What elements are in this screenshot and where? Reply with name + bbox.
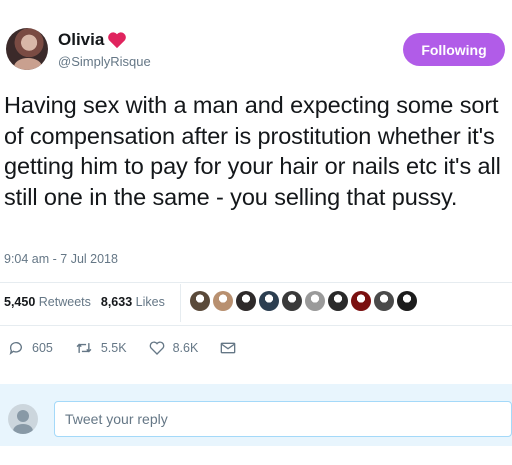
likes-stat[interactable]: 8,633 Likes (101, 295, 165, 309)
liker-avatar[interactable] (213, 291, 233, 311)
direct-message-action[interactable] (220, 341, 236, 355)
following-button[interactable]: Following (403, 33, 505, 66)
retweets-stat[interactable]: 5,450 Retweets (4, 295, 91, 309)
reply-composer (0, 384, 512, 446)
liker-avatar[interactable] (259, 291, 279, 311)
divider (0, 282, 512, 283)
tweet-text: Having sex with a man and expecting some… (4, 92, 501, 210)
author-name[interactable]: Olivia (58, 30, 104, 50)
liker-avatar[interactable] (236, 291, 256, 311)
tweet-timestamp[interactable]: 9:04 am - 7 Jul 2018 (4, 252, 118, 266)
reply-input[interactable] (54, 401, 512, 437)
liker-avatar[interactable] (282, 291, 302, 311)
liker-avatar[interactable] (305, 291, 325, 311)
author-avatar[interactable] (6, 28, 48, 70)
liker-avatars (190, 291, 417, 311)
like-action[interactable]: 8.6K (149, 340, 199, 356)
retweet-icon (76, 343, 92, 353)
user-avatar-placeholder (8, 404, 38, 434)
retweets-count: 5,450 (4, 295, 36, 309)
liker-avatar[interactable] (328, 291, 348, 311)
reply-icon (9, 342, 22, 355)
like-count: 8.6K (172, 341, 199, 355)
author-handle[interactable]: @SimplyRisque (58, 54, 151, 69)
envelope-icon (220, 342, 236, 354)
retweet-action[interactable]: 5.5K (75, 340, 127, 356)
heart-outline-icon (149, 341, 164, 355)
red-heart-icon (108, 32, 127, 49)
tweet-actions: 605 5.5K 8.6K (8, 340, 258, 356)
liker-avatar[interactable] (397, 291, 417, 311)
stats-separator (180, 284, 181, 322)
likes-count: 8,633 (100, 295, 133, 309)
retweet-count: 5.5K (100, 341, 127, 355)
divider (0, 325, 512, 326)
retweets-label: Retweets (38, 295, 91, 309)
liker-avatar[interactable] (351, 291, 371, 311)
liker-avatar[interactable] (374, 291, 394, 311)
liker-avatar[interactable] (190, 291, 210, 311)
author-name-row: Olivia (58, 30, 127, 50)
reply-action[interactable]: 605 (8, 340, 53, 356)
engagement-stats: 5,450 Retweets 8,633 Likes (4, 295, 165, 309)
reply-count: 605 (32, 341, 53, 355)
likes-label: Likes (135, 295, 165, 309)
